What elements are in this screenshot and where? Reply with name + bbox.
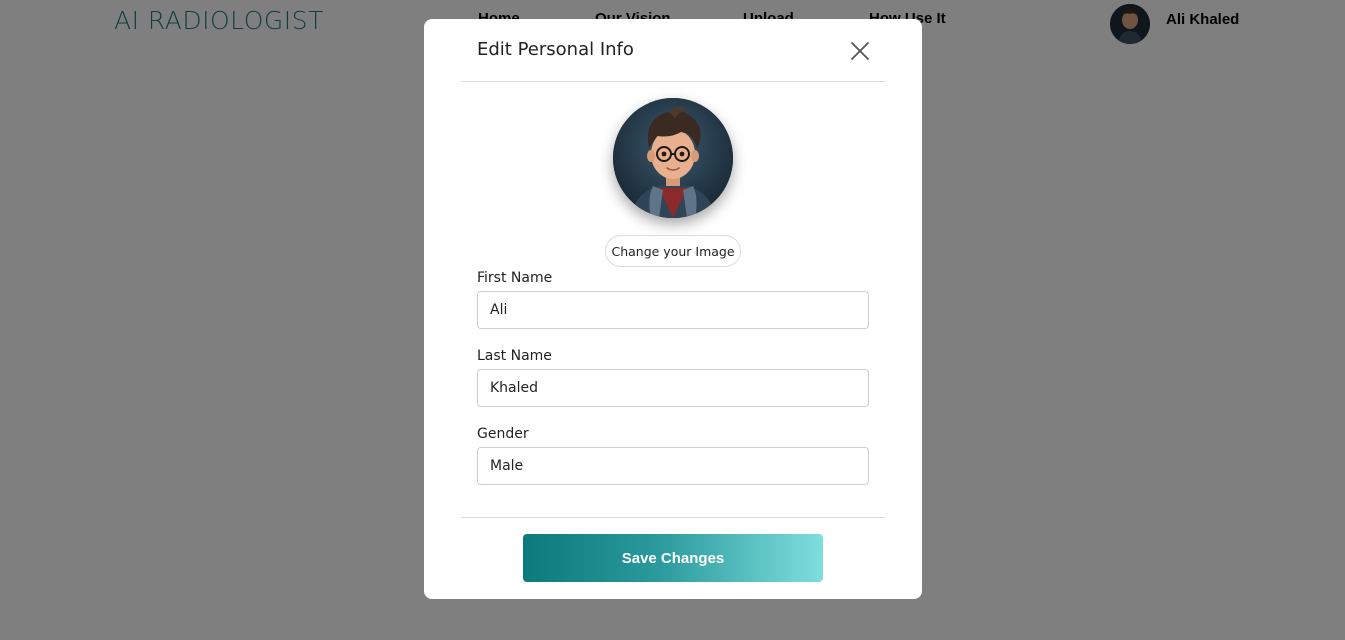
profile-avatar xyxy=(613,98,733,218)
modal-title: Edit Personal Info xyxy=(477,39,634,60)
footer-divider xyxy=(461,517,885,518)
change-image-button[interactable]: Change your Image xyxy=(605,235,741,267)
header-divider xyxy=(461,81,885,82)
save-changes-button[interactable]: Save Changes xyxy=(523,534,823,582)
gender-input[interactable] xyxy=(477,447,869,485)
edit-personal-info-modal: Edit Personal Info Change your Image Fir… xyxy=(424,19,922,599)
close-icon[interactable] xyxy=(848,39,872,63)
first-name-input[interactable] xyxy=(477,291,869,329)
last-name-input[interactable] xyxy=(477,369,869,407)
first-name-label: First Name xyxy=(477,270,553,286)
last-name-label: Last Name xyxy=(477,348,552,364)
gender-label: Gender xyxy=(477,426,529,442)
